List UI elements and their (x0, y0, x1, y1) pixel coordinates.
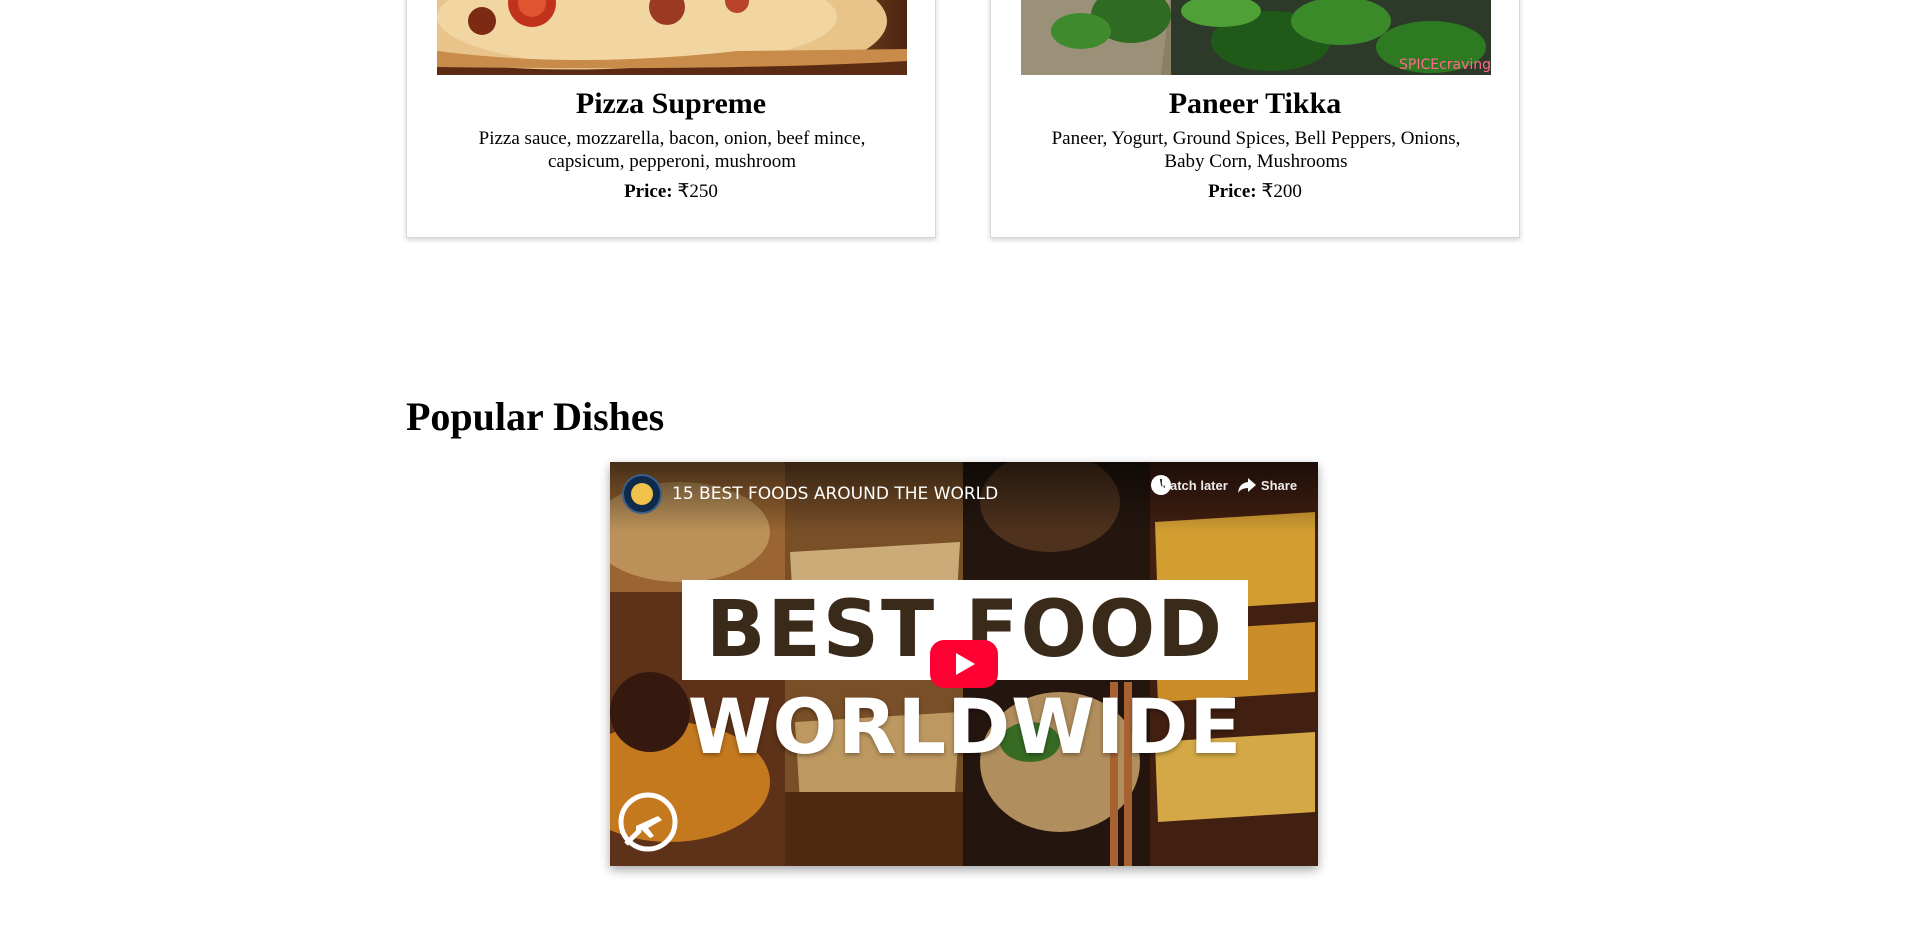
video-embed[interactable]: BEST FOOD WORLDWIDE 15 BEST FOODS AROUND… (610, 462, 1318, 866)
thumbnail-text-line2: WORLDWIDE (687, 682, 1243, 771)
price-value: ₹200 (1261, 181, 1302, 202)
airplane-logo-icon (618, 792, 678, 852)
card-description: Pizza sauce, mozzarella, bacon, onion, b… (478, 128, 866, 172)
video-title[interactable]: 15 BEST FOODS AROUND THE WORLD (672, 483, 998, 505)
menu-card-pizza-supreme: Pizza Supreme Pizza sauce, mozzarella, b… (406, 0, 936, 238)
card-description: Paneer, Yogurt, Ground Spices, Bell Pepp… (1051, 128, 1461, 172)
price-label: Price: (624, 181, 673, 202)
watch-later-button[interactable]: Watch later (1150, 474, 1236, 495)
price-label: Price: (1208, 181, 1257, 202)
card-title: Pizza Supreme (575, 87, 767, 120)
card-price: Price: ₹250 (407, 180, 935, 203)
paneer-tikka-image: SPICEcravings (1021, 0, 1491, 75)
image-watermark: SPICEcravings (1399, 57, 1491, 73)
share-button[interactable]: Share (1236, 474, 1318, 493)
youtube-play-button[interactable] (930, 640, 998, 688)
menu-cards-row: Pizza Supreme Pizza sauce, mozzarella, b… (0, 0, 1905, 240)
channel-avatar[interactable] (622, 474, 662, 514)
youtube-play-icon (956, 653, 975, 675)
section-heading-popular-dishes: Popular Dishes (406, 394, 665, 439)
share-label: Share (1260, 478, 1298, 493)
card-title: Paneer Tikka (1168, 87, 1342, 120)
card-price: Price: ₹200 (991, 180, 1519, 203)
watch-later-label: Watch later (1158, 478, 1228, 493)
pizza-image (437, 0, 907, 75)
price-value: ₹250 (677, 181, 718, 202)
menu-card-paneer-tikka: SPICEcravings Paneer Tikka Paneer, Yogur… (990, 0, 1520, 238)
